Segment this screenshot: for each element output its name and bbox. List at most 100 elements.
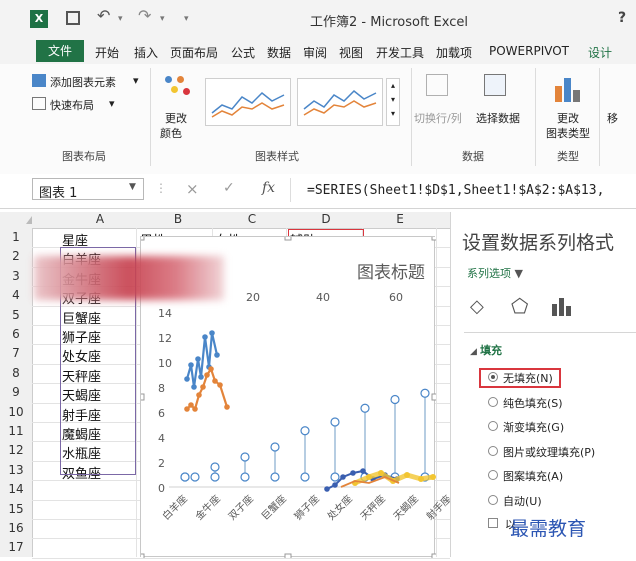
chart-title[interactable]: 图表标题: [357, 258, 425, 283]
column-header[interactable]: E: [380, 212, 420, 226]
tab-review[interactable]: 审阅: [303, 44, 327, 61]
insert-function-icon[interactable]: fx: [262, 180, 275, 196]
row-header[interactable]: 2: [0, 249, 32, 263]
fill-option-label[interactable]: 纯色填充(S): [503, 395, 563, 411]
fill-option-label[interactable]: 图案填充(A): [503, 468, 563, 484]
row-header[interactable]: 5: [0, 308, 32, 322]
move-chart-button[interactable]: 移: [607, 110, 618, 126]
aux-marker: [330, 417, 340, 427]
fill-option-radio[interactable]: [488, 421, 498, 431]
quick-layout-icon: [32, 97, 46, 110]
row-header[interactable]: 4: [0, 288, 32, 302]
enter-icon[interactable]: ✓: [223, 180, 235, 196]
row-header[interactable]: 14: [0, 482, 32, 496]
aux-marker: [330, 472, 340, 482]
aux-marker: [420, 388, 430, 398]
column-header[interactable]: C: [232, 212, 272, 226]
tab-insert[interactable]: 插入: [134, 44, 158, 61]
series-options-dropdown[interactable]: 系列选项 ▼: [467, 265, 523, 281]
add-chart-element-button[interactable]: 添加图表元素: [50, 74, 116, 90]
fill-section-header[interactable]: ◢ 填充: [470, 342, 502, 358]
pentagon-icon[interactable]: ⬠: [511, 294, 528, 318]
row-header[interactable]: 7: [0, 346, 32, 360]
save-icon[interactable]: [66, 11, 80, 25]
chart-style-thumbnail[interactable]: [205, 78, 291, 126]
column-header[interactable]: A: [80, 212, 120, 226]
tab-file[interactable]: 文件: [36, 40, 84, 62]
chart-style-thumbnail[interactable]: [297, 78, 383, 126]
fill-option-radio[interactable]: [488, 494, 498, 505]
tab-home[interactable]: 开始: [95, 44, 119, 61]
aux-marker: [210, 472, 220, 482]
select-all-corner[interactable]: [26, 216, 32, 224]
fill-option-radio[interactable]: [488, 372, 498, 382]
top-axis-tick-label: 60: [389, 291, 403, 304]
name-box[interactable]: 图表 1 ▼: [32, 178, 144, 201]
row-header[interactable]: 15: [0, 502, 32, 516]
fill-option-label[interactable]: 无填充(N): [503, 370, 553, 386]
row-header[interactable]: 13: [0, 463, 32, 477]
row-header[interactable]: 6: [0, 327, 32, 341]
tab-powerpivot[interactable]: POWERPIVOT: [489, 44, 569, 58]
ribbon-separator: [535, 68, 536, 166]
row-header[interactable]: 16: [0, 521, 32, 535]
tab-addins[interactable]: 加载项: [436, 44, 472, 61]
series-point-orange: [204, 372, 210, 378]
series-point-blue: [184, 376, 190, 382]
fill-option-radio[interactable]: [488, 470, 498, 480]
tab-page-layout[interactable]: 页面布局: [170, 44, 218, 61]
tab-view[interactable]: 视图: [339, 44, 363, 61]
fill-option-radio[interactable]: [488, 396, 498, 407]
resize-handle: [137, 233, 145, 241]
aux-marker: [270, 442, 280, 452]
redo-icon[interactable]: ↷: [138, 6, 151, 25]
y-tick-label: 12: [158, 332, 172, 345]
tab-design[interactable]: 设计: [588, 44, 612, 61]
column-header[interactable]: B: [158, 212, 198, 226]
fill-option-label[interactable]: 自动(U): [503, 493, 542, 509]
row-header[interactable]: 8: [0, 366, 32, 380]
row-header[interactable]: 17: [0, 540, 32, 554]
row-header[interactable]: 9: [0, 385, 32, 399]
quick-layout-button[interactable]: 快速布局: [50, 97, 94, 113]
tab-formulas[interactable]: 公式: [231, 44, 255, 61]
change-chart-type-button[interactable]: 更改: [557, 110, 579, 126]
switch-row-column-button[interactable]: 切换行/列: [414, 110, 462, 126]
series-point-blue: [195, 356, 201, 362]
fill-option-label[interactable]: 渐变填充(G): [503, 419, 564, 435]
chevron-down-icon: ▼: [129, 182, 136, 192]
undo-icon[interactable]: ↶: [97, 6, 110, 25]
fill-section-label: 填充: [480, 344, 503, 357]
bar-chart-icon[interactable]: [552, 298, 574, 316]
row-header[interactable]: 3: [0, 269, 32, 283]
name-box-value: 图表 1: [39, 186, 78, 201]
series-point-orange: [188, 402, 194, 408]
series-point-yellow: [366, 474, 372, 480]
select-data-button[interactable]: 选择数据: [476, 110, 520, 126]
help-icon[interactable]: ?: [618, 10, 626, 26]
row-header[interactable]: 11: [0, 424, 32, 438]
chevron-down-icon: ▾: [109, 97, 115, 110]
checkbox[interactable]: [488, 518, 498, 528]
undo-dropdown-icon[interactable]: ▾: [118, 14, 123, 24]
fill-bucket-icon[interactable]: ◇: [470, 296, 484, 317]
row-header[interactable]: 12: [0, 443, 32, 457]
column-header[interactable]: D: [306, 212, 346, 226]
excel-icon[interactable]: X: [30, 10, 48, 28]
series-point-blue: [188, 362, 194, 368]
style-gallery-scroll[interactable]: ▴ ▾ ▾: [386, 78, 400, 126]
redo-dropdown-icon[interactable]: ▾: [160, 14, 165, 24]
tab-data[interactable]: 数据: [267, 44, 291, 61]
tab-developer[interactable]: 开发工具: [376, 44, 424, 61]
customize-toolbar-icon[interactable]: ▾: [184, 14, 189, 24]
fill-option-label[interactable]: 图片或纹理填充(P): [503, 444, 595, 460]
fill-option-radio[interactable]: [488, 445, 498, 456]
row-header[interactable]: 1: [0, 230, 32, 244]
change-colors-button[interactable]: 更改: [165, 110, 187, 126]
resize-handle: [284, 233, 292, 241]
series-point-blue: [350, 470, 356, 476]
cancel-icon[interactable]: ×: [186, 180, 199, 198]
row-header[interactable]: 10: [0, 405, 32, 419]
y-tick-label: 0: [158, 482, 165, 495]
aux-marker: [210, 462, 220, 472]
